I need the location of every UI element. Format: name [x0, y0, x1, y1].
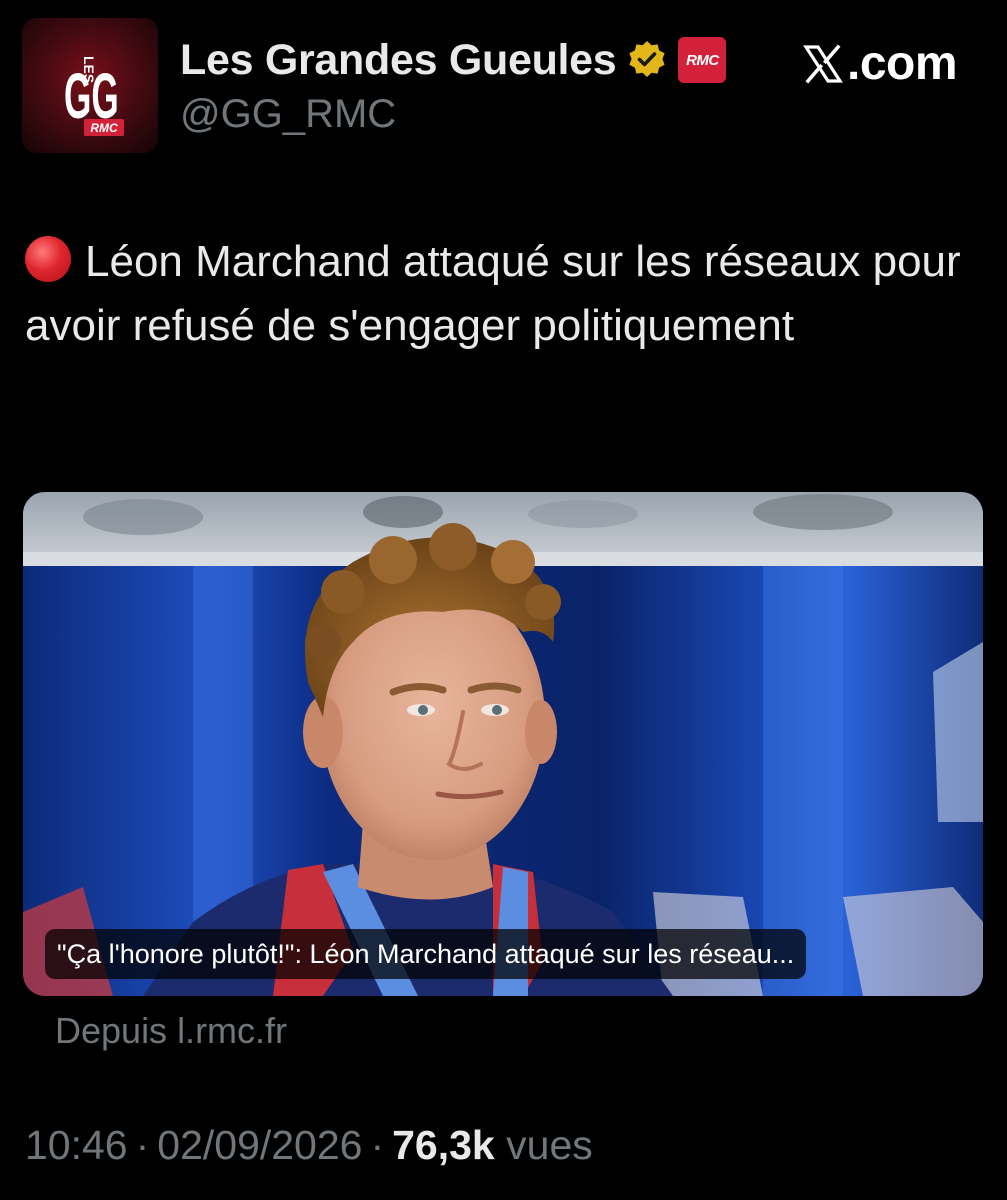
meta-separator: · — [135, 1122, 150, 1168]
tweet-meta: 10:46 · 02/09/2026 · 76,3k vues — [25, 1122, 593, 1169]
card-caption[interactable]: "Ça l'honore plutôt!": Léon Marchand att… — [45, 929, 807, 979]
red-circle-icon — [25, 236, 71, 282]
card-image[interactable] — [23, 492, 983, 996]
tweet-text: Léon Marchand attaqué sur les réseaux po… — [25, 230, 965, 358]
avatar[interactable]: GG LES RMC — [22, 18, 158, 153]
author-handle[interactable]: @GG_RMC — [180, 92, 396, 137]
rmc-affiliate-badge[interactable]: RMC — [678, 37, 727, 83]
tweet-date[interactable]: 02/09/2026 — [157, 1122, 362, 1168]
author-name[interactable]: Les Grandes Gueules — [180, 36, 617, 85]
x-logo-icon — [803, 43, 843, 84]
watermark-domain: .com — [847, 37, 958, 90]
author-name-row[interactable]: Les Grandes Gueules RMC — [180, 32, 727, 88]
views-count[interactable]: 76,3k — [392, 1122, 495, 1168]
meta-separator: · — [370, 1122, 385, 1168]
avatar-les-text: LES — [81, 56, 97, 83]
verified-gold-icon[interactable] — [626, 39, 668, 81]
avatar-logo: GG LES RMC — [22, 18, 158, 153]
x-com-watermark: .com — [803, 36, 958, 91]
tweet-time[interactable]: 10:46 — [25, 1122, 128, 1168]
link-card[interactable]: "Ça l'honore plutôt!": Léon Marchand att… — [23, 492, 983, 996]
avatar-rmc-text: RMC — [90, 121, 118, 135]
link-source[interactable]: Depuis l.rmc.fr — [55, 1010, 287, 1052]
tweet-text-content: Léon Marchand attaqué sur les réseaux po… — [25, 237, 961, 350]
views-label: vues — [506, 1122, 593, 1168]
